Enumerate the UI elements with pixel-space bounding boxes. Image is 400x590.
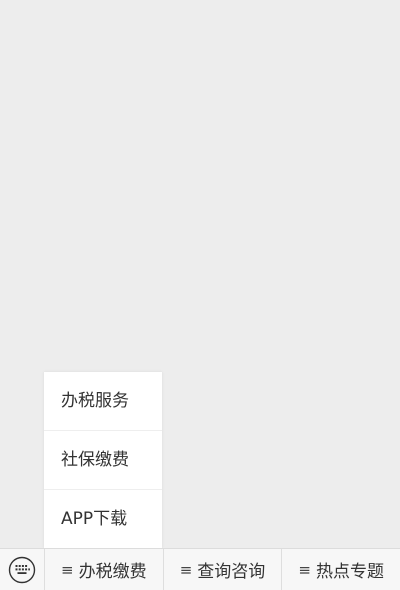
chat-screen: 办税服务 社保缴费 APP下载 ≡ 办税缴费 ≡ 查询咨询 ≡ 热点专题 xyxy=(0,0,400,590)
keyboard-toggle-button[interactable] xyxy=(0,548,45,590)
menu-tab-label: 热点专题 xyxy=(315,562,384,582)
menu-tab-tax-payment[interactable]: ≡ 办税缴费 xyxy=(45,548,164,590)
menu-list-icon: ≡ xyxy=(61,560,74,579)
submenu-item-tax-service[interactable]: 办税服务 xyxy=(44,372,162,431)
menu-tab-label: 办税缴费 xyxy=(78,562,147,582)
submenu-item-social-insurance[interactable]: 社保缴费 xyxy=(44,431,162,490)
menu-tab-label: 查询咨询 xyxy=(197,562,266,582)
menu-list-icon: ≡ xyxy=(298,560,311,579)
submenu-item-app-download[interactable]: APP下载 xyxy=(44,490,162,548)
bottom-menu-bar: ≡ 办税缴费 ≡ 查询咨询 ≡ 热点专题 xyxy=(0,548,400,590)
submenu-popup: 办税服务 社保缴费 APP下载 xyxy=(44,372,162,548)
menu-list-icon: ≡ xyxy=(179,560,193,579)
menu-tab-hot-topics[interactable]: ≡ 热点专题 xyxy=(282,549,400,590)
keyboard-icon xyxy=(8,556,36,583)
menu-tab-inquiry[interactable]: ≡ 查询咨询 xyxy=(164,548,283,590)
